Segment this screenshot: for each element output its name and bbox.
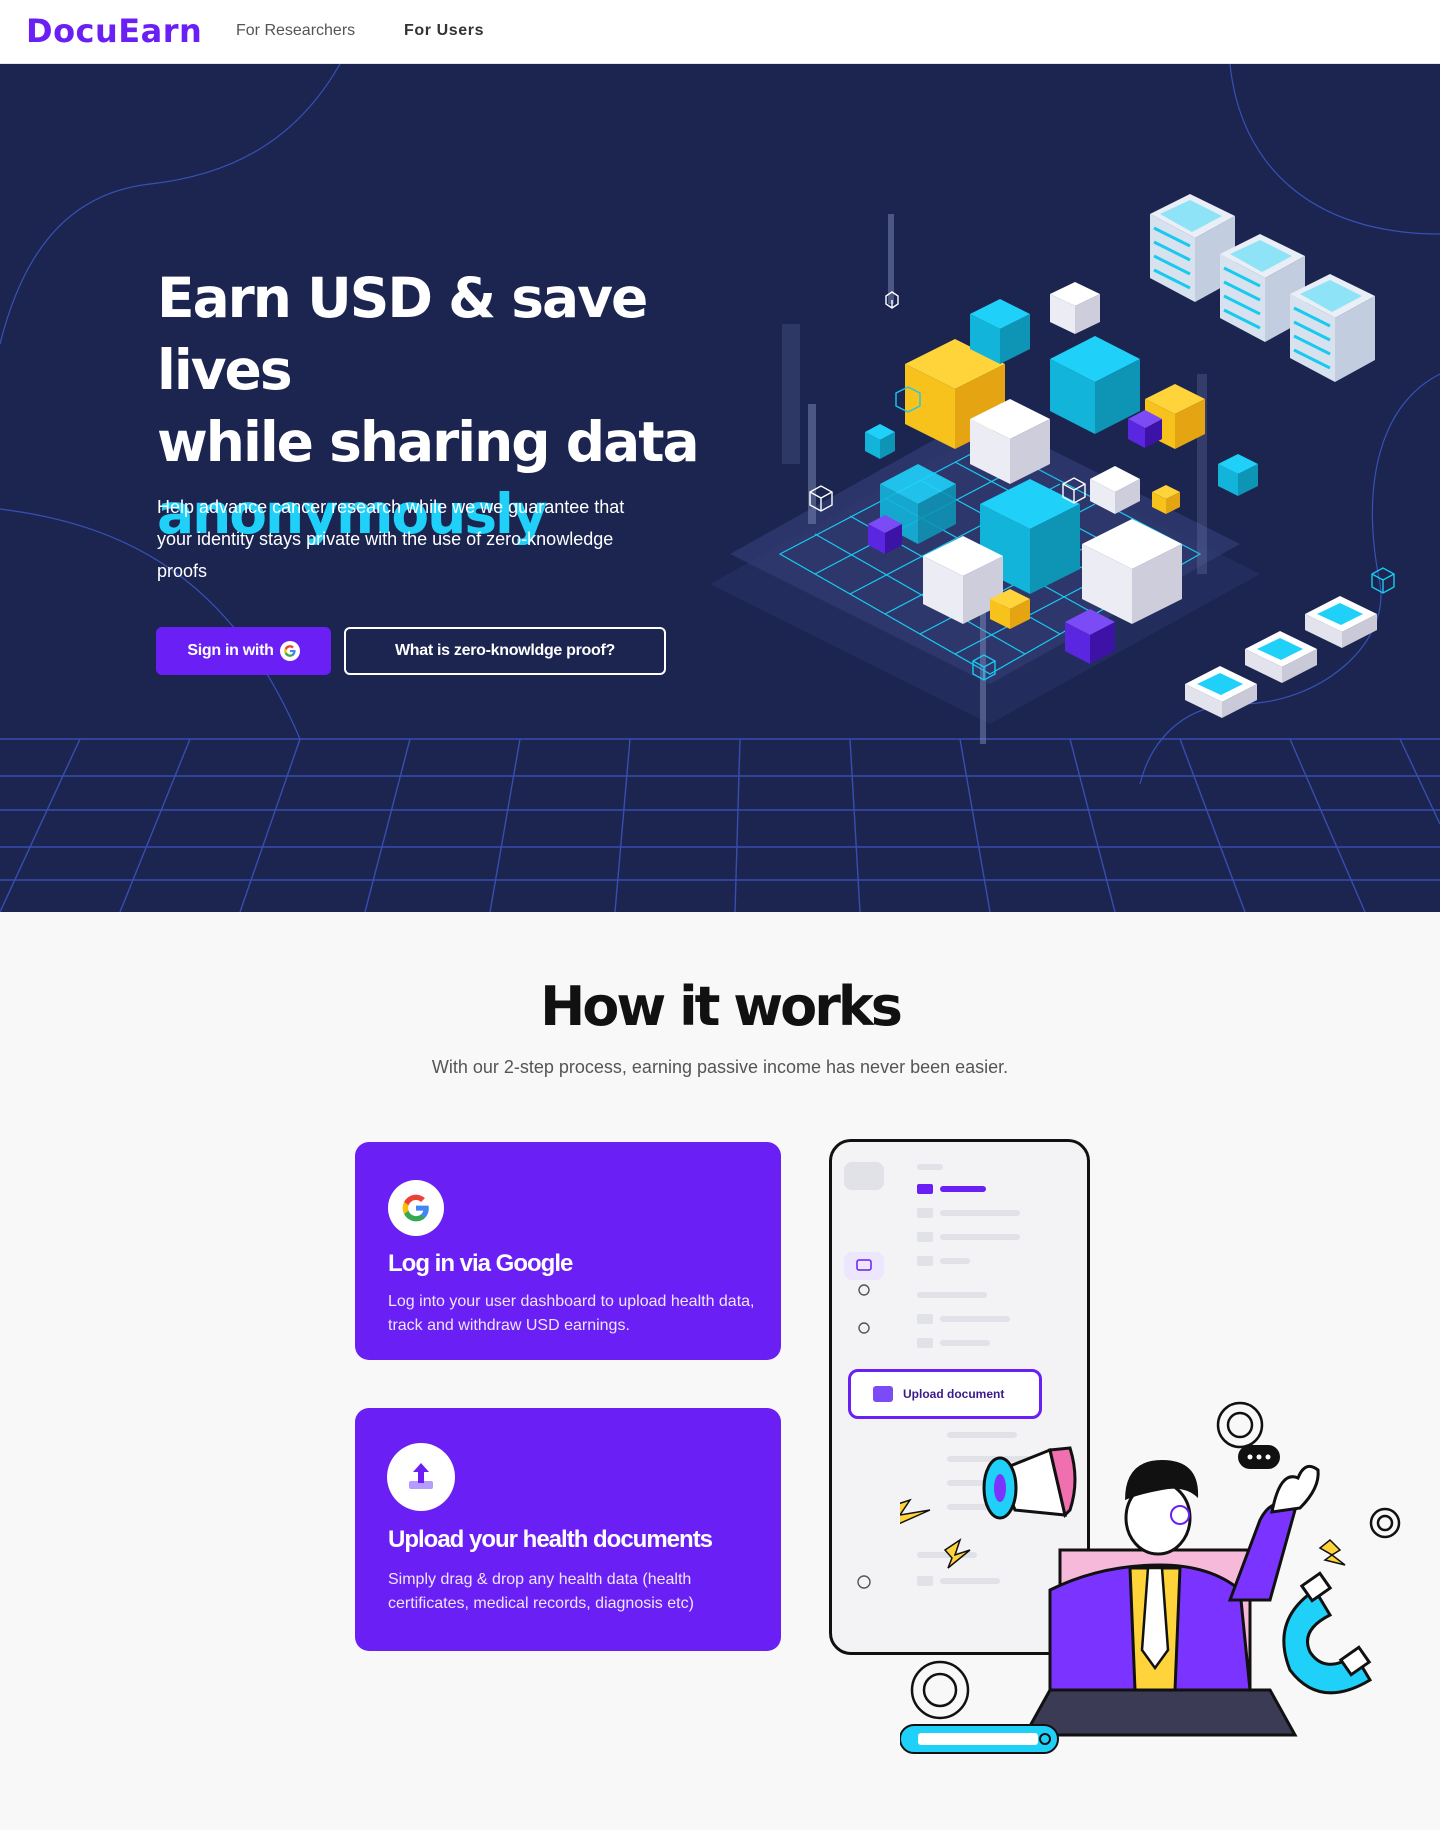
what-is-zkp-button[interactable]: What is zero-knowldge proof? xyxy=(344,627,666,675)
google-icon xyxy=(279,641,300,661)
server-racks xyxy=(1150,194,1375,382)
upload-icon xyxy=(387,1443,455,1511)
hero-title-line1: Earn USD & save lives xyxy=(157,266,648,402)
step-card-login: Log in via Google Log into your user das… xyxy=(355,1142,781,1360)
step-card-upload: Upload your health documents Simply drag… xyxy=(355,1408,781,1651)
bottom-tiles xyxy=(1185,596,1377,718)
folder-icon xyxy=(873,1386,893,1402)
step-title: Log in via Google xyxy=(388,1250,573,1277)
step-text: Simply drag & drop any health data (heal… xyxy=(388,1571,694,1612)
person-megaphone-illustration xyxy=(900,1401,1401,1754)
top-nav: DocuEarn For Researchers For Users xyxy=(0,0,1440,64)
step-title: Upload your health documents xyxy=(388,1526,713,1553)
hero-section: Earn USD & save lives while sharing data… xyxy=(0,64,1440,912)
logo-text: DocuEarn xyxy=(26,12,203,50)
google-icon xyxy=(388,1180,444,1236)
step-text: Log into your user dashboard to upload h… xyxy=(388,1293,755,1334)
hero-subtitle: Help advance cancer research while we we… xyxy=(157,497,625,581)
how-it-works-subtitle: With our 2-step process, earning passive… xyxy=(431,1057,1009,1077)
nav-link-researchers[interactable]: For Researchers xyxy=(236,22,355,40)
sign-in-google-button[interactable]: Sign in with xyxy=(156,627,331,675)
how-it-works-title: How it works xyxy=(540,975,903,1038)
hero-title-line2: while sharing data xyxy=(157,410,700,474)
nav-link-users[interactable]: For Users xyxy=(404,22,484,40)
isometric-data-illustration xyxy=(710,194,1395,744)
brand-logo[interactable]: DocuEarn xyxy=(26,12,202,50)
sign-in-label: Sign in with xyxy=(187,642,274,659)
